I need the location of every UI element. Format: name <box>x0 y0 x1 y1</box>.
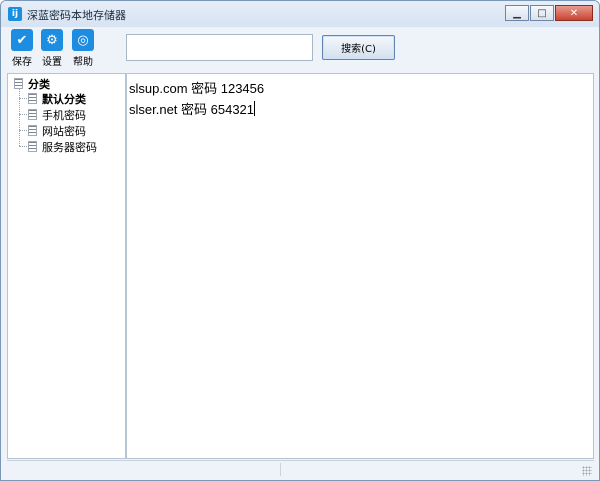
search-input[interactable] <box>126 34 313 61</box>
gear-icon: ⚙ <box>41 29 63 51</box>
document-node-icon <box>28 109 37 120</box>
editor-line: slser.net 密码 654321 <box>129 101 256 117</box>
document-node-icon <box>28 125 37 136</box>
tree-item-label: 默认分类 <box>42 92 86 106</box>
tree-item-phone[interactable]: 手机密码 <box>28 107 86 122</box>
settings-label: 设置 <box>42 57 62 68</box>
window-controls: ▁ □ ✕ <box>504 5 593 21</box>
tree-connector <box>19 98 27 99</box>
tree-item-default[interactable]: 默认分类 <box>28 91 86 106</box>
editor-line: slsup.com 密码 123456 <box>129 81 265 96</box>
help-label: 帮助 <box>73 57 93 68</box>
folder-node-icon <box>14 78 23 89</box>
checkmark-icon: ✔ <box>11 29 33 51</box>
save-label: 保存 <box>12 57 32 68</box>
app-window: ij 深蓝密码本地存储器 ▁ □ ✕ ✔ 保存 ⚙ 设置 ◎ 帮助 搜索(C) … <box>0 0 600 481</box>
password-text-editor[interactable]: slsup.com 密码 123456 slser.net 密码 654321 <box>126 73 594 459</box>
save-button[interactable]: ✔ 保存 <box>8 29 36 68</box>
search-button[interactable]: 搜索(C) <box>322 35 395 60</box>
help-button[interactable]: ◎ 帮助 <box>69 29 97 68</box>
document-node-icon <box>28 141 37 152</box>
tree-root-label: 分类 <box>28 77 50 91</box>
window-title: 深蓝密码本地存储器 <box>27 9 126 22</box>
tree-item-label: 服务器密码 <box>42 140 97 154</box>
document-node-icon <box>28 93 37 104</box>
settings-button[interactable]: ⚙ 设置 <box>38 29 66 68</box>
close-button[interactable]: ✕ <box>555 5 593 21</box>
title-bar[interactable]: ij 深蓝密码本地存储器 ▁ □ ✕ <box>1 1 599 27</box>
tree-item-website[interactable]: 网站密码 <box>28 123 86 138</box>
minimize-button[interactable]: ▁ <box>505 5 529 21</box>
maximize-button[interactable]: □ <box>530 5 554 21</box>
tree-root-item[interactable]: 分类 <box>14 76 50 91</box>
status-bar <box>7 460 594 477</box>
resize-grip-icon[interactable] <box>582 466 592 476</box>
app-logo-icon: ij <box>8 7 22 21</box>
toolbar: ✔ 保存 ⚙ 设置 ◎ 帮助 搜索(C) <box>1 27 599 71</box>
tree-connector <box>19 114 27 115</box>
status-separator <box>280 463 281 476</box>
tree-item-server[interactable]: 服务器密码 <box>28 139 97 154</box>
tree-connector <box>19 130 27 131</box>
tree-item-label: 手机密码 <box>42 108 86 122</box>
tree-connector <box>19 146 27 147</box>
tree-item-label: 网站密码 <box>42 124 86 138</box>
text-caret <box>254 101 256 116</box>
category-tree: 分类 默认分类 手机密码 网站密码 服务器密码 <box>7 73 126 459</box>
lightbulb-icon: ◎ <box>72 29 94 51</box>
